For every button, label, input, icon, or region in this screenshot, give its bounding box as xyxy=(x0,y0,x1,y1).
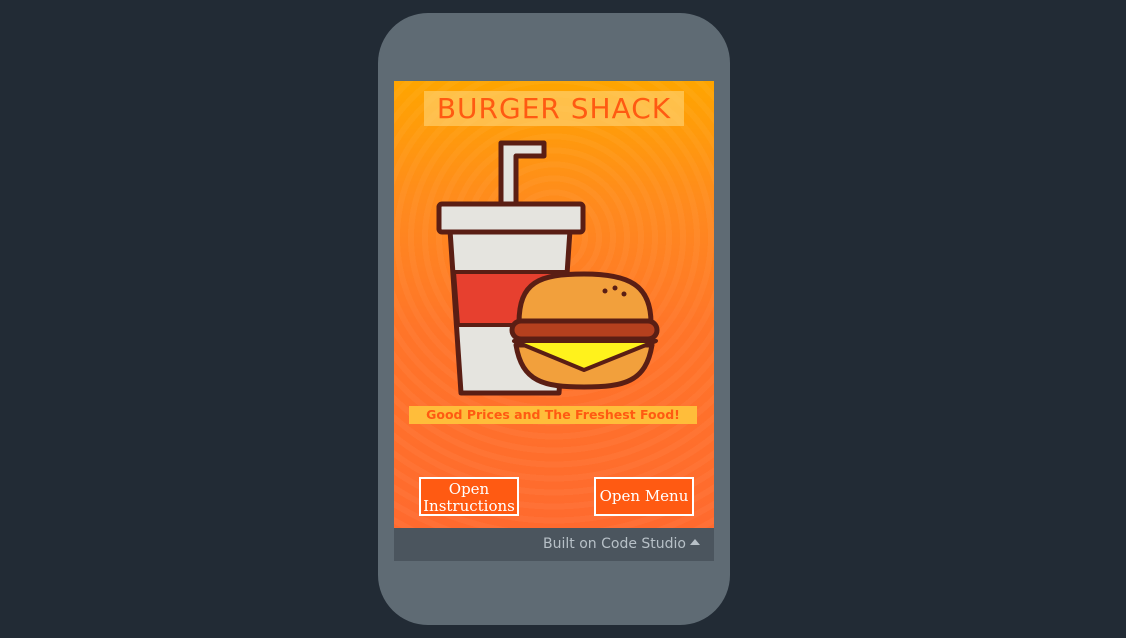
device-frame: BURGER SHACK Good Prices and The Freshes… xyxy=(378,13,730,625)
footer-label: Built on Code Studio xyxy=(543,536,686,552)
burger-drink-image xyxy=(436,140,660,396)
tagline-banner: Good Prices and The Freshest Food! xyxy=(409,406,697,424)
open-menu-button[interactable]: Open Menu xyxy=(594,477,694,516)
app-title: BURGER SHACK xyxy=(424,91,684,126)
built-on-code-studio-footer[interactable]: Built on Code Studio xyxy=(394,528,714,561)
app-screen: BURGER SHACK Good Prices and The Freshes… xyxy=(394,81,714,528)
open-instructions-button[interactable]: Open Instructions xyxy=(419,477,519,516)
burger-shape xyxy=(509,271,660,390)
straw-shape xyxy=(498,140,547,209)
caret-up-icon xyxy=(690,539,700,545)
